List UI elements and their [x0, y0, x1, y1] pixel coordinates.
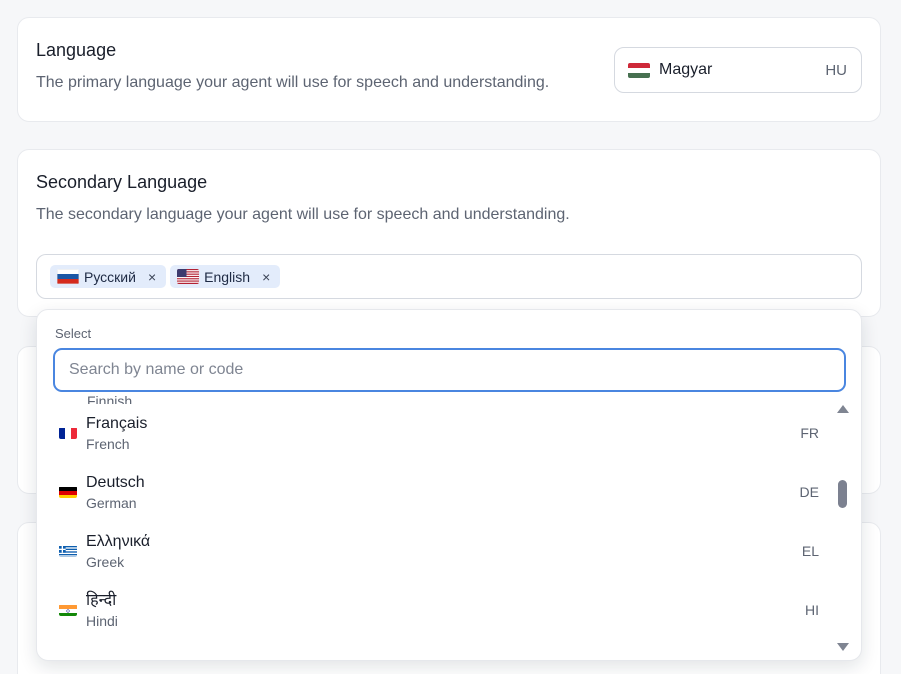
option-native-name: हिन्दी: [86, 591, 117, 609]
chip-label: Русский: [84, 268, 136, 285]
remove-chip-icon[interactable]: ×: [262, 269, 270, 285]
language-option-hi[interactable]: हिन्दी Hindi HI: [37, 582, 833, 638]
option-english-name: Hindi: [86, 612, 118, 629]
option-native-name: Ελληνικά: [86, 532, 151, 550]
option-english-name: Greek: [86, 553, 125, 570]
option-code: HI: [805, 602, 819, 618]
remove-chip-icon[interactable]: ×: [148, 269, 156, 285]
india-flag-icon: [59, 604, 77, 616]
scrollbar-thumb[interactable]: [838, 480, 847, 508]
scroll-down-arrow-icon[interactable]: [837, 643, 849, 651]
secondary-language-multiselect[interactable]: Русский × English ×: [36, 254, 862, 299]
selected-language-code: HU: [825, 61, 847, 79]
scroll-up-arrow-icon[interactable]: [837, 405, 849, 413]
hungary-flag-icon: [628, 62, 650, 78]
option-code: DE: [799, 484, 819, 500]
primary-language-select[interactable]: Magyar HU: [614, 47, 862, 93]
option-english-name: French: [86, 435, 130, 452]
language-description: The primary language your agent will use…: [36, 74, 550, 91]
language-option-de[interactable]: Deutsch German DE: [37, 464, 833, 520]
partial-list-item: Finnish: [87, 394, 133, 404]
germany-flag-icon: [59, 486, 77, 498]
language-option-fr[interactable]: Français French FR: [37, 405, 833, 461]
secondary-language-description: The secondary language your agent will u…: [36, 206, 570, 223]
option-english-name: German: [86, 494, 137, 511]
language-title: Language: [36, 40, 117, 60]
option-native-name: Français: [86, 414, 148, 432]
language-card: Language The primary language your agent…: [17, 17, 881, 122]
language-chip-english: English ×: [170, 265, 281, 288]
selected-language-name: Magyar: [659, 61, 713, 78]
option-code: FR: [800, 425, 819, 441]
option-native-name: Deutsch: [86, 473, 145, 491]
secondary-language-card: Secondary Language The secondary languag…: [17, 149, 881, 317]
greece-flag-icon: [59, 545, 77, 557]
language-option-el[interactable]: Ελληνικά Greek EL: [37, 523, 833, 579]
option-code: EL: [801, 543, 819, 559]
language-chip-russian: Русский ×: [50, 265, 167, 288]
list-scrollbar[interactable]: [835, 405, 851, 651]
dropdown-label: Select: [55, 326, 92, 341]
language-list: Finnish Français French FR Deutsch Germa…: [37, 394, 833, 654]
france-flag-icon: [59, 427, 77, 439]
russia-flag-icon: [57, 269, 79, 284]
us-flag-icon: [177, 269, 200, 284]
language-dropdown: Select Finnish Français French FR Deutsc…: [36, 309, 862, 661]
secondary-language-title: Secondary Language: [36, 172, 208, 192]
language-search-input[interactable]: [53, 348, 846, 392]
chip-label: English: [204, 268, 251, 285]
